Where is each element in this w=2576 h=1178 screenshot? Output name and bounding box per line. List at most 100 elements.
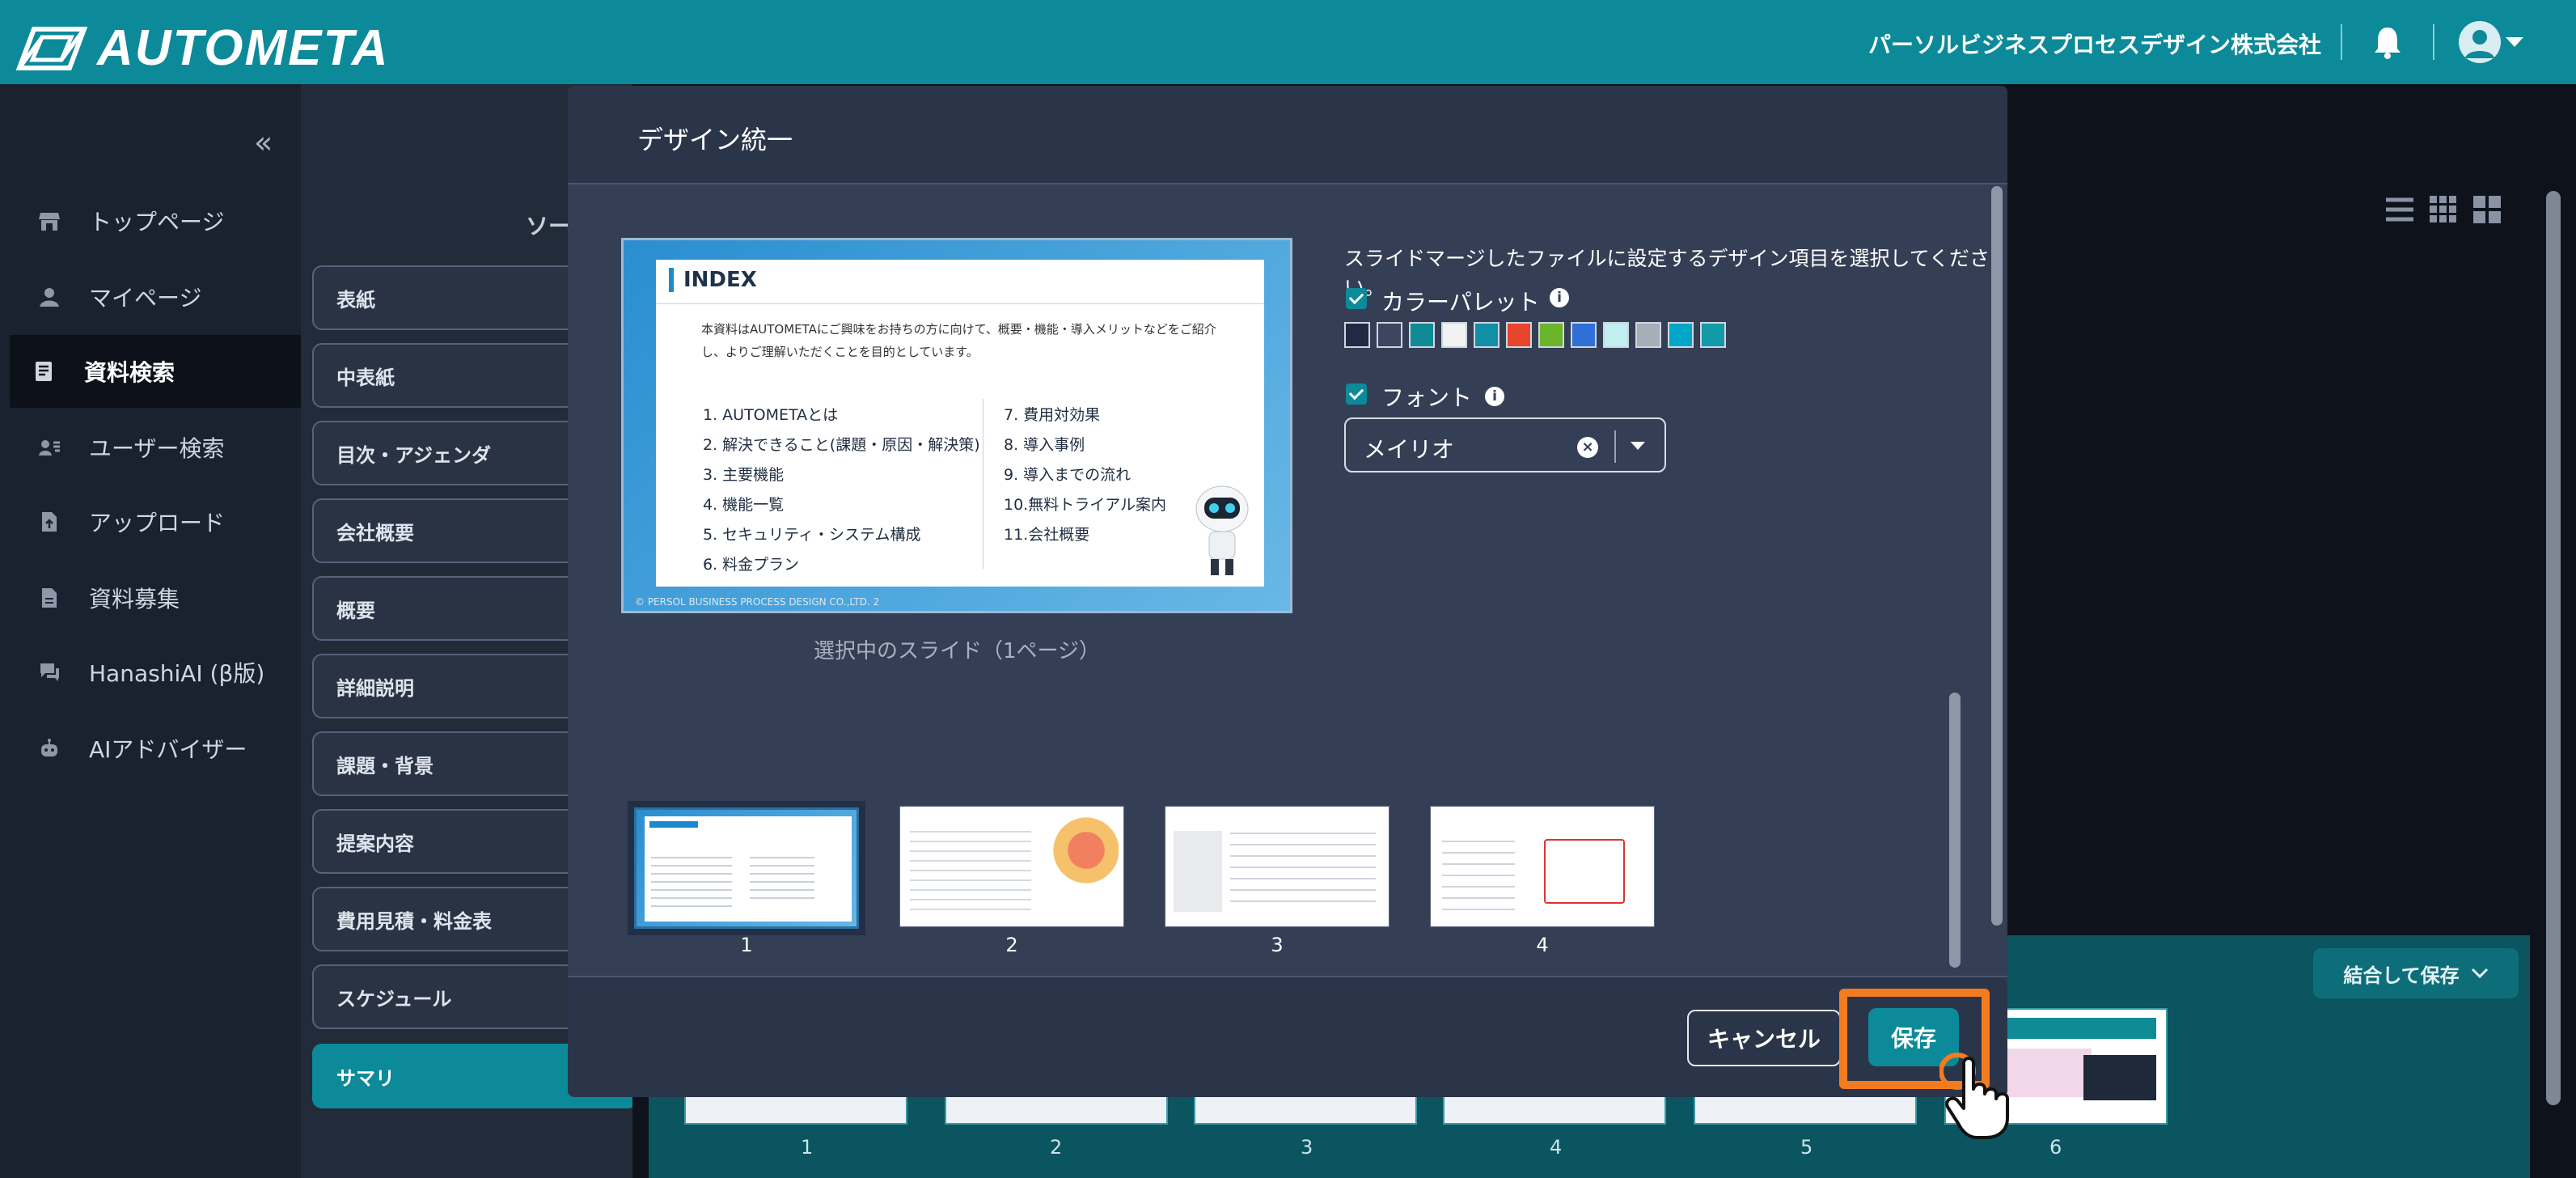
font-select[interactable]: メイリオ ×	[1344, 417, 1666, 472]
modal-title: デザイン統一	[637, 125, 793, 155]
store-icon	[37, 209, 61, 233]
slide-thumbnail-number: 4	[1536, 934, 1549, 956]
color-swatch	[1571, 322, 1597, 348]
selected-slide-preview: INDEX 本資料はAUTOMETAにご興味をお持ちの方に向けて、概要・機能・導…	[621, 238, 1292, 613]
index-item: 3. 主要機能	[703, 466, 785, 484]
index-item: 1. AUTOMETAとは	[703, 406, 839, 424]
index-item: 5. セキュリティ・システム構成	[703, 526, 921, 544]
index-item: 10.無料トライアル案内	[1004, 496, 1167, 514]
divider	[656, 303, 1264, 304]
slide-thumbnail[interactable]	[899, 806, 1124, 927]
font-label: フォント	[1381, 384, 1473, 411]
page-scrollbar[interactable]	[2546, 191, 2561, 1105]
slide-footer: © PERSOL BUSINESS PROCESS DESIGN CO.,LTD…	[635, 596, 880, 608]
index-item: 9. 導入までの流れ	[1004, 466, 1131, 484]
grid-large-view-icon[interactable]	[2472, 194, 2502, 225]
color-swatch	[1344, 322, 1370, 348]
info-icon[interactable]: i	[1485, 387, 1504, 406]
bell-icon[interactable]	[2371, 24, 2404, 60]
sort-label: ソー	[526, 213, 572, 239]
divider	[2341, 24, 2342, 60]
upload-file-icon	[37, 510, 61, 534]
info-icon[interactable]: i	[1550, 288, 1569, 307]
chat-icon	[37, 660, 61, 684]
sidebar-item-label: トップページ	[89, 209, 225, 235]
tray-slide-number: 3	[1301, 1136, 1313, 1159]
top-bar: AUTOMETA パーソルビジネスプロセスデザイン株式会社	[0, 0, 2576, 84]
sidebar-item-label: ユーザー検索	[89, 435, 225, 462]
color-swatch	[1538, 322, 1564, 348]
tray-slide-number: 6	[2049, 1136, 2062, 1159]
sidebar-item-label: 資料検索	[84, 359, 176, 386]
merge-save-button[interactable]: 結合して保存	[2313, 948, 2519, 998]
divider	[1614, 430, 1616, 463]
design-unify-modal: デザイン統一 INDEX 本資料はAUTOMETAにご興味をお持ちの方に向けて、…	[568, 86, 2007, 1097]
sidebar-item-document-search[interactable]: 資料検索	[10, 335, 301, 408]
color-swatch	[1377, 322, 1402, 348]
color-palette-checkbox[interactable]	[1346, 288, 1367, 309]
color-swatch	[1506, 322, 1532, 348]
modal-footer: キャンセル 保存	[568, 976, 2007, 1097]
font-select-value: メイリオ	[1364, 436, 1455, 463]
tray-slide-number: 5	[1800, 1136, 1813, 1159]
app-name: AUTOMETA	[97, 20, 390, 76]
person-icon	[37, 285, 61, 309]
slide-thumbnail[interactable]	[628, 801, 865, 935]
company-name: パーソルビジネスプロセスデザイン株式会社	[1867, 32, 2321, 58]
file-icon	[37, 586, 61, 610]
index-item: 2. 解決できること(課題・原因・解決策)	[703, 436, 980, 454]
list-view-icon[interactable]	[2384, 194, 2415, 225]
sidebar-item-ai-advisor[interactable]: AIアドバイザー	[10, 712, 301, 785]
slide-card: INDEX 本資料はAUTOMETAにご興味をお持ちの方に向けて、概要・機能・導…	[656, 260, 1264, 587]
color-palette-label: カラーパレット	[1381, 289, 1540, 316]
autometa-logo-icon	[16, 26, 87, 70]
slide-intro: 本資料はAUTOMETAにご興味をお持ちの方に向けて、概要・機能・導入メリットな…	[701, 322, 1216, 359]
index-item: 8. 導入事例	[1004, 436, 1085, 454]
sidebar-item-my-page[interactable]: マイページ	[10, 261, 301, 333]
color-palette-swatches	[1344, 322, 1726, 348]
chevron-down-icon	[2471, 968, 2488, 979]
divider	[2433, 24, 2434, 60]
sidebar-item-user-search[interactable]: ユーザー検索	[10, 411, 301, 484]
robot-mascot-icon	[1195, 485, 1249, 575]
slide-thumbnail-number: 1	[740, 934, 753, 956]
cancel-button[interactable]: キャンセル	[1687, 1010, 1841, 1066]
color-swatch	[1668, 322, 1694, 348]
slide-thumbnail[interactable]	[1165, 806, 1390, 927]
color-swatch	[1603, 322, 1629, 348]
tray-slide-number: 2	[1050, 1136, 1063, 1159]
slide-title: INDEX	[669, 268, 757, 292]
sidebar-item-label: マイページ	[89, 285, 202, 311]
tray-slide-number: 4	[1550, 1136, 1563, 1159]
user-search-icon	[37, 435, 61, 460]
slide-thumbnail[interactable]	[1430, 806, 1655, 927]
slide-index-left: 1. AUTOMETAとは 2. 解決できること(課題・原因・解決策) 3. 主…	[703, 400, 980, 580]
index-item: 7. 費用対効果	[1004, 406, 1101, 424]
robot-icon	[37, 736, 61, 761]
color-swatch	[1474, 322, 1499, 348]
sidebar-item-upload[interactable]: アップロード	[10, 485, 301, 558]
sidebar-item-hanashi-ai[interactable]: HanashiAI (β版)	[10, 636, 301, 709]
collapse-sidebar-icon[interactable]: «	[254, 125, 273, 160]
grid-small-view-icon[interactable]	[2428, 194, 2459, 225]
sidebar-item-label: AIアドバイザー	[89, 736, 247, 763]
avatar[interactable]	[2459, 21, 2501, 63]
clear-icon[interactable]: ×	[1577, 437, 1598, 458]
modal-scrollbar[interactable]	[1991, 186, 2003, 926]
sidebar-item-label: アップロード	[89, 510, 226, 536]
slide-index-right: 7. 費用対効果 8. 導入事例 9. 導入までの流れ 10.無料トライアル案内…	[1004, 400, 1166, 550]
sidebar-item-document-request[interactable]: 資料募集	[10, 561, 301, 634]
sidebar-item-top-page[interactable]: トップページ	[10, 184, 301, 257]
document-search-icon	[32, 359, 57, 383]
selected-slide-caption: 選択中のスライド（1ページ）	[813, 639, 1101, 663]
color-swatch	[1635, 322, 1661, 348]
thumbnail-scrollbar[interactable]	[1949, 693, 1961, 968]
font-checkbox[interactable]	[1346, 383, 1367, 405]
modal-header: デザイン統一	[568, 86, 2007, 184]
account-menu-caret-icon[interactable]	[2506, 37, 2523, 47]
app-logo[interactable]: AUTOMETA	[16, 19, 390, 77]
color-swatch	[1409, 322, 1435, 348]
dropdown-arrow-icon[interactable]	[1631, 442, 1645, 450]
index-item: 6. 料金プラン	[703, 556, 800, 574]
color-swatch	[1441, 322, 1467, 348]
